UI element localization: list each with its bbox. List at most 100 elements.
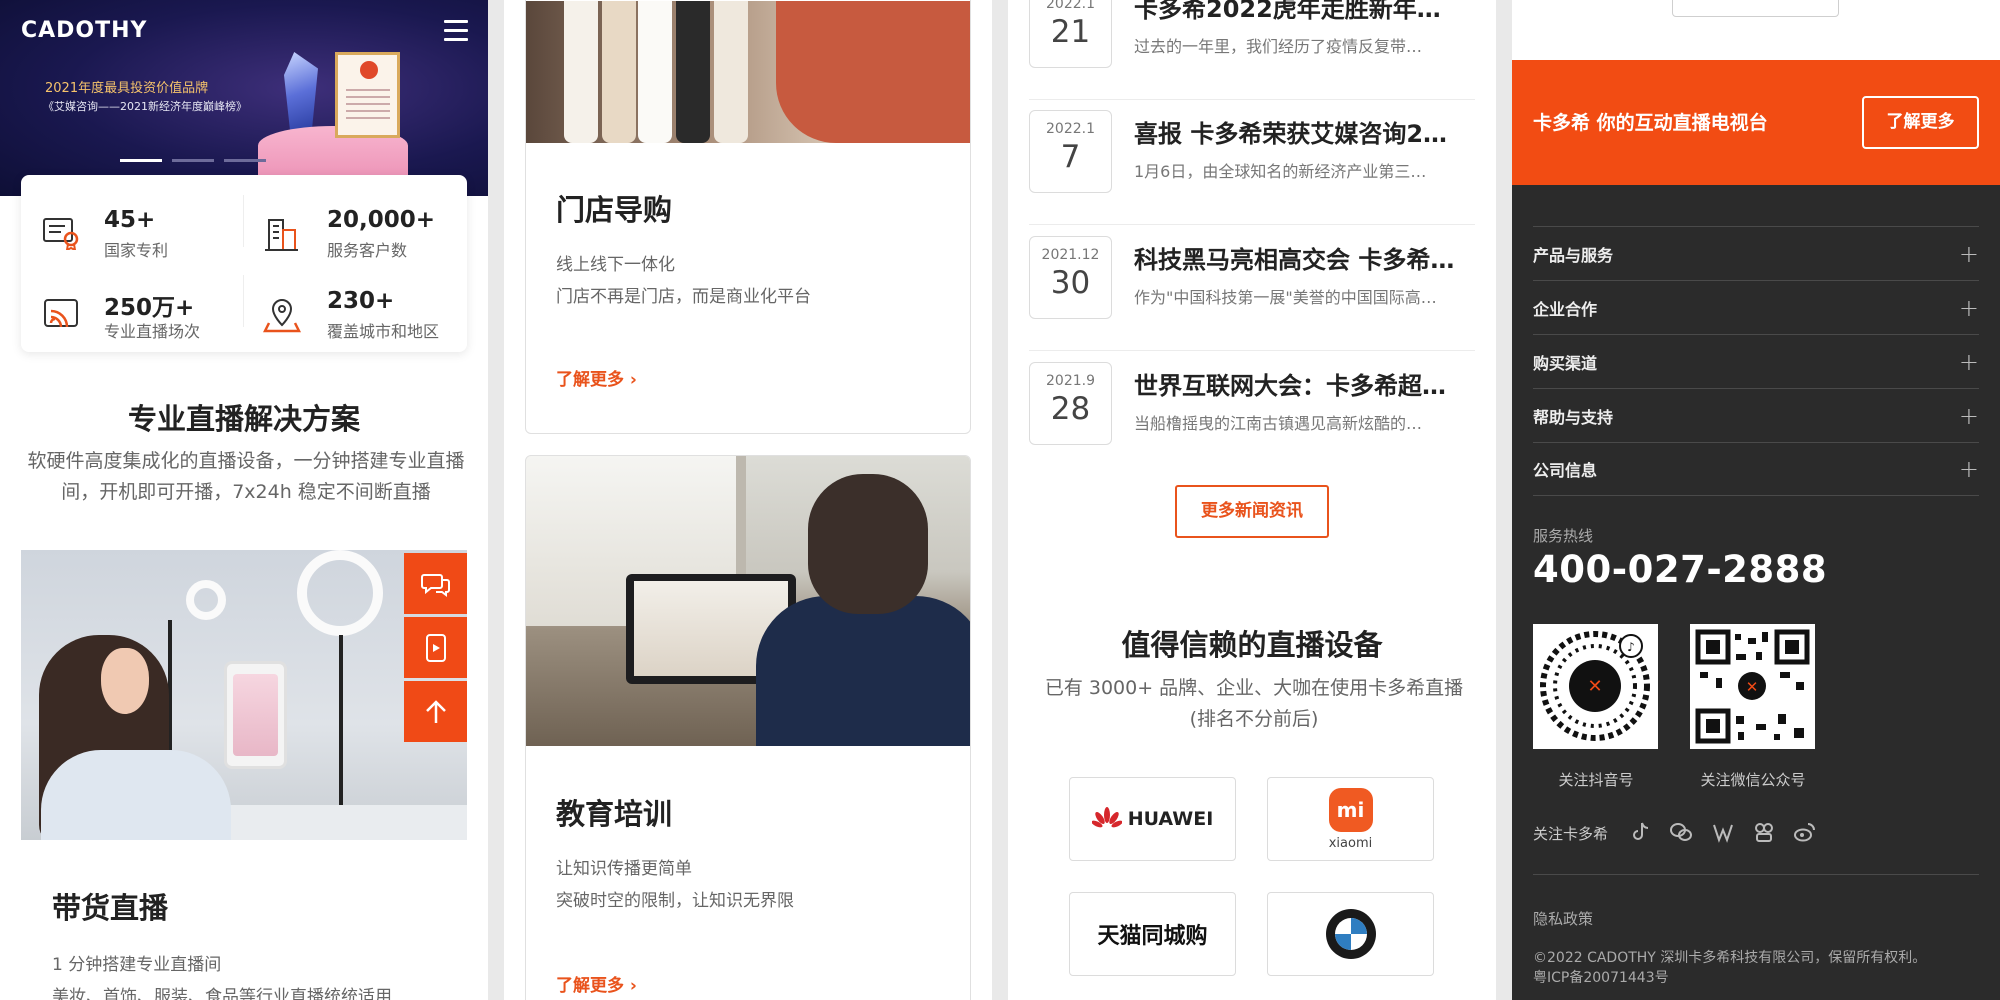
broadcast-icon: [44, 299, 78, 328]
douyin-qr-icon: ✕ ♪: [1540, 631, 1650, 741]
patent-icon: [43, 218, 79, 250]
cta-text: 卡多希 你的互动直播电视台: [1533, 112, 1768, 134]
brand-name: HUAWEI: [1127, 808, 1214, 830]
person-arm-image: [776, 1, 970, 143]
learn-more-link[interactable]: 了解更多 ›: [556, 971, 637, 996]
stat-patents: 45+ 国家专利: [21, 189, 241, 260]
hamburger-menu-icon[interactable]: [444, 20, 468, 42]
news-item[interactable]: 2021.12 30 科技黑马亮相高交会 卡多希… 作为"中国科技第一展"美誉的…: [1029, 226, 1475, 351]
solution-card-education[interactable]: 教育培训 让知识传播更简单 突破时空的限制，让知识无界限 了解更多 ›: [525, 455, 971, 1000]
stat-broadcasts: 250万+ 专业直播场次: [21, 270, 241, 341]
store-photo: [526, 1, 970, 143]
weibo-icon[interactable]: [1793, 820, 1817, 844]
carousel-dot-active[interactable]: [120, 159, 162, 162]
cta-learn-more-button[interactable]: 了解更多: [1862, 96, 1979, 149]
privacy-policy-link[interactable]: 隐私政策: [1533, 908, 1593, 929]
chevron-right-icon: ›: [629, 976, 637, 996]
news-date-month: 2021.9: [1046, 373, 1095, 389]
svg-text:✕: ✕: [1587, 676, 1602, 697]
plus-icon: +: [1958, 239, 1979, 268]
accordion-label: 产品与服务: [1533, 245, 1614, 265]
accordion-products[interactable]: 产品与服务 +: [1533, 226, 1979, 280]
device-button[interactable]: [404, 617, 467, 678]
stat-value: 20,000+: [327, 207, 436, 233]
accordion-partnership[interactable]: 企业合作 +: [1533, 280, 1979, 334]
news-date-day: 21: [1050, 14, 1091, 50]
location-pin-icon: [263, 298, 301, 333]
ring-light-image: [297, 550, 383, 636]
tablet-image: [224, 661, 287, 769]
wechat-icon[interactable]: [1669, 820, 1693, 844]
stat-label: 服务客户数: [327, 241, 408, 260]
divider: [243, 275, 244, 327]
panel-footer: 卡多希 你的互动直播电视台 了解更多 产品与服务 + 企业合作 + 购买渠道 + 帮助…: [1512, 0, 2000, 1000]
news-item[interactable]: 2021.9 28 世界互联网大会：卡多希超… 当船橹摇曳的江南古镇遇见高新炫酷…: [1029, 352, 1475, 477]
chat-icon: [420, 573, 450, 597]
panel-solutions: 门店导购 线上线下一体化 门店不再是门店，而是商业化平台 了解更多 › 教育培训…: [504, 0, 992, 1000]
news-summary: 作为"中国科技第一展"美誉的中国国际高…: [1134, 288, 1437, 307]
carousel-dots[interactable]: [120, 159, 266, 162]
learn-more-label: 了解更多: [556, 370, 624, 390]
back-to-top-button[interactable]: [404, 681, 467, 742]
qr-caption: 关注微信公众号: [1700, 771, 1806, 789]
brand-bmw: [1267, 892, 1434, 976]
card-description: 线上线下一体化: [556, 255, 675, 275]
plus-icon: +: [1958, 347, 1979, 376]
news-date-day: 28: [1050, 391, 1091, 427]
stat-value: 230+: [327, 288, 395, 314]
xiaohongshu-icon[interactable]: [1752, 820, 1776, 844]
hotline-number[interactable]: 400-027-2888: [1533, 548, 1827, 591]
man-body-image: [756, 596, 970, 746]
stat-value: 45+: [104, 207, 156, 233]
accordion-purchase[interactable]: 购买渠道 +: [1533, 334, 1979, 388]
news-title[interactable]: 卡多希2022虎年走胜新年…: [1134, 0, 1474, 24]
garment-image: [638, 1, 672, 143]
plus-icon: +: [1958, 455, 1979, 483]
top-button[interactable]: [1672, 0, 1839, 17]
xiaomi-logo-icon: mi: [1328, 787, 1373, 832]
news-item[interactable]: 2022.1 7 喜报 卡多希荣获艾媒咨询2… 1月6日，由全球知名的新经济产业…: [1029, 100, 1475, 225]
accordion-company[interactable]: 公司信息 +: [1533, 442, 1979, 496]
stat-label: 国家专利: [104, 241, 169, 260]
news-title[interactable]: 世界互联网大会：卡多希超…: [1134, 366, 1474, 401]
svg-text:✕: ✕: [1746, 678, 1759, 696]
carousel-dot[interactable]: [172, 159, 214, 162]
hero-banner[interactable]: CADOTHY 2021年度最具投资价值品牌 《艾媒咨询——2021新经济年度巅…: [0, 0, 488, 196]
news-title[interactable]: 科技黑马亮相高交会 卡多希…: [1134, 240, 1474, 275]
award-plaque-image: [335, 52, 400, 138]
bilibili-icon[interactable]: [1711, 820, 1735, 844]
stat-cities: 230+ 覆盖城市和地区: [247, 270, 467, 341]
panel-news: 2022.1 21 卡多希2022虎年走胜新年… 过去的一年里，我们经历了疫情反…: [1008, 0, 1496, 1000]
copyright-block: ©2022 CADOTHY 深圳卡多希科技有限公司，保留所有权利。 粤ICP备2…: [1533, 948, 1993, 988]
stats-card: 45+ 国家专利 20,000+ 服务客户数 250万+ 专业直播场次 230+…: [21, 175, 467, 352]
wechat-qr-code: ✕: [1690, 624, 1815, 749]
footer-top-strip: [1512, 0, 2000, 60]
logo[interactable]: CADOTHY: [21, 18, 148, 43]
card-description: 1 分钟搭建专业直播间: [52, 955, 222, 975]
news-title[interactable]: 喜报 卡多希荣获艾媒咨询2…: [1134, 114, 1474, 149]
garment-image: [676, 1, 710, 143]
learn-more-link[interactable]: 了解更多 ›: [556, 365, 637, 390]
section-title: 值得信赖的直播设备: [1121, 628, 1383, 662]
news-item[interactable]: 2022.1 21 卡多希2022虎年走胜新年… 过去的一年里，我们经历了疫情反…: [1029, 0, 1475, 100]
bmw-logo-icon: [1325, 909, 1376, 959]
news-date: 2022.1 7: [1029, 110, 1112, 193]
icp-number[interactable]: 粤ICP备20071443号: [1533, 968, 1993, 988]
news-date: 2021.9 28: [1029, 362, 1112, 445]
douyin-icon[interactable]: [1629, 820, 1653, 844]
accordion-label: 帮助与支持: [1533, 407, 1614, 427]
more-news-button[interactable]: 更多新闻资讯: [1175, 485, 1329, 538]
panel-home-top: CADOTHY 2021年度最具投资价值品牌 《艾媒咨询——2021新经济年度巅…: [0, 0, 488, 1000]
news-summary: 当船橹摇曳的江南古镇遇见高新炫酷的…: [1134, 414, 1423, 433]
chat-button[interactable]: [404, 553, 467, 614]
stat-label: 覆盖城市和地区: [327, 322, 440, 341]
qr-caption: 关注抖音号: [1558, 771, 1634, 789]
accordion-support[interactable]: 帮助与支持 +: [1533, 388, 1979, 442]
copyright-text: ©2022 CADOTHY 深圳卡多希科技有限公司，保留所有权利。: [1533, 950, 1927, 966]
floating-actions: [404, 553, 467, 745]
news-summary: 过去的一年里，我们经历了疫情反复带…: [1134, 37, 1423, 56]
news-date-month: 2021.12: [1041, 247, 1100, 263]
hero-headline: 2021年度最具投资价值品牌: [45, 81, 209, 96]
carousel-dot[interactable]: [224, 159, 266, 162]
solution-card-store[interactable]: 门店导购 线上线下一体化 门店不再是门店，而是商业化平台 了解更多 ›: [525, 0, 971, 434]
